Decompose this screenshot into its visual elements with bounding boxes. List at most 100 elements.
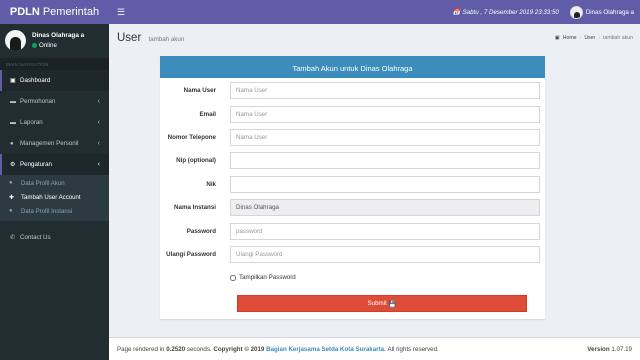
- show-password-label: Tampilkan Password: [239, 274, 296, 281]
- logo-bold: PDLN: [9, 6, 40, 18]
- submenu-item-tambah-user[interactable]: ✚ Tambah User Account: [0, 190, 109, 204]
- online-label: Online: [39, 41, 57, 49]
- breadcrumb-current: tambah akun: [603, 35, 633, 41]
- form-row-ulangi-password: Ulangi Password: [160, 246, 545, 263]
- version: Version 1.07.19: [587, 346, 632, 353]
- online-dot-icon: [32, 42, 37, 48]
- user-name: Dinas Olahraga a: [32, 31, 85, 39]
- top-navbar: ☰ 📅 Sabtu , 7 Desember 2019 23:33:50 Din…: [109, 0, 640, 24]
- footer-seconds: seconds.: [186, 345, 212, 353]
- nomor-telepone-input[interactable]: [230, 129, 540, 146]
- datetime-text: Sabtu , 7 Desember 2019 23:33:50: [462, 8, 559, 16]
- submit-label: Submit: [367, 300, 387, 307]
- form-row-nama-user: Nama User: [160, 82, 545, 99]
- email-input[interactable]: [230, 106, 540, 123]
- form-row-password: Password: [160, 223, 545, 240]
- nama-user-input[interactable]: [230, 82, 540, 99]
- breadcrumb: ▣ Home › User › tambah akun: [555, 35, 633, 41]
- footer-rights: All rights reserved.: [387, 345, 439, 353]
- sidebar-item-label: Managemen Personil: [20, 140, 79, 147]
- form-row-email: Email: [160, 106, 545, 123]
- form-row-nik: Nik: [160, 176, 545, 193]
- sidebar-item-label: Permohonan: [20, 98, 56, 105]
- nama-instansi-input: [230, 199, 540, 216]
- users-icon: ●: [10, 140, 14, 147]
- nik-input[interactable]: [230, 176, 540, 193]
- nama-instansi-label: Nama Instansi: [174, 204, 216, 211]
- avatar: [569, 5, 583, 19]
- folder-icon: ▬: [10, 98, 16, 105]
- user-icon: ●: [9, 208, 13, 214]
- datetime-display: 📅 Sabtu , 7 Desember 2019 23:33:50: [452, 8, 559, 17]
- sidebar-item-pengaturan[interactable]: ⚙ Pengaturan ‹: [0, 154, 109, 175]
- app-logo[interactable]: PDLN Pemerintah: [0, 0, 109, 24]
- submenu-item-label: Data Profil Instansi: [21, 207, 73, 215]
- breadcrumb-user[interactable]: User: [584, 35, 595, 41]
- password-label: Password: [186, 228, 216, 235]
- content-header: User tambah akun ▣ Home › User › tambah …: [109, 24, 640, 54]
- sidebar-item-dashboard[interactable]: ▣ Dashboard: [0, 70, 109, 91]
- folder-icon: ▬: [10, 119, 16, 126]
- page-title-text: User: [117, 32, 142, 44]
- page-footer: Page rendered in 0.2520 seconds. Copyrig…: [109, 337, 640, 360]
- chevron-left-icon: ‹: [97, 161, 100, 168]
- dashboard-icon: ▣: [554, 35, 560, 41]
- submenu-item-data-profil-instansi[interactable]: ● Data Profil Instansi: [0, 204, 109, 218]
- user-panel: Dinas Olahraga a Online: [0, 24, 109, 56]
- online-status: Online: [32, 42, 84, 49]
- breadcrumb-home[interactable]: Home: [563, 35, 577, 41]
- phone-icon: ✆: [10, 235, 16, 241]
- nik-label: Nik: [206, 181, 216, 188]
- form-row-nomor-telepone: Nomor Telepone: [160, 129, 545, 146]
- nav-header: MAIN NAVIGATION: [0, 58, 109, 70]
- user-icon: ●: [9, 180, 13, 186]
- page-title: User tambah akun: [117, 32, 184, 44]
- org-link[interactable]: Bagian Kerjasama Setda Kota Surakarta.: [266, 346, 386, 353]
- version-number: 1.07.19: [611, 345, 632, 353]
- version-label: Version: [587, 345, 610, 353]
- footer-prefix: Page rendered in: [117, 345, 165, 353]
- sidebar: Dinas Olahraga a Online MAIN NAVIGATION …: [0, 24, 109, 360]
- copyright: Copyright © 2019: [213, 345, 265, 353]
- show-password-checkbox[interactable]: [230, 274, 236, 281]
- nip-input[interactable]: [230, 152, 540, 169]
- sidebar-item-label: Laporan: [20, 119, 43, 126]
- sidebar-item-label: Dashboard: [20, 77, 51, 84]
- form-row-nip: Nip (optional): [160, 152, 545, 169]
- chevron-left-icon: ‹: [97, 140, 100, 147]
- sidebar-item-laporan[interactable]: ▬ Laporan ‹: [0, 112, 109, 133]
- page-subtitle: tambah akun: [148, 36, 185, 43]
- ulangi-password-label: Ulangi Password: [166, 251, 216, 258]
- form-header: Tambah Akun untuk Dinas Olahraga: [160, 58, 545, 78]
- nama-user-label: Nama User: [183, 87, 216, 94]
- show-password-row: Tampilkan Password: [230, 274, 296, 281]
- submenu-item-label: Tambah User Account: [21, 193, 81, 201]
- sidebar-item-managemen-personil[interactable]: ● Managemen Personil ‹: [0, 133, 109, 154]
- breadcrumb-separator: ›: [598, 35, 600, 41]
- submenu-item-label: Data Profil Akun: [21, 179, 65, 187]
- ulangi-password-input[interactable]: [230, 246, 540, 263]
- user-avatar: [5, 29, 26, 51]
- user-menu-name: Dinas Olahraga a: [585, 8, 634, 16]
- logo-rest: Pemerintah: [42, 6, 100, 18]
- form-row-nama-instansi: Nama Instansi: [160, 199, 545, 216]
- menu-toggle-icon[interactable]: ☰: [111, 7, 131, 18]
- save-icon: 💾: [388, 300, 397, 308]
- sidebar-item-label: Pengaturan: [20, 161, 52, 168]
- submenu-item-data-profil-akun[interactable]: ● Data Profil Akun: [0, 176, 109, 190]
- nomor-telepone-label: Nomor Telepone: [167, 134, 216, 141]
- dashboard-icon: ▣: [10, 78, 16, 84]
- add-account-form: Tambah Akun untuk Dinas Olahraga Nama Us…: [160, 56, 545, 319]
- submit-button[interactable]: Submit 💾: [237, 295, 527, 312]
- chevron-left-icon: ‹: [97, 98, 100, 105]
- pengaturan-submenu: ● Data Profil Akun ✚ Tambah User Account…: [0, 175, 109, 221]
- nip-label: Nip (optional): [176, 157, 216, 164]
- sidebar-item-permohonan[interactable]: ▬ Permohonan ‹: [0, 91, 109, 112]
- calendar-icon: 📅: [452, 9, 461, 16]
- password-input[interactable]: [230, 223, 540, 240]
- sidebar-item-contact[interactable]: ✆ Contact Us: [0, 227, 109, 248]
- email-label: Email: [199, 111, 216, 118]
- gear-icon: ⚙: [10, 162, 16, 168]
- user-menu[interactable]: Dinas Olahraga a: [569, 5, 634, 19]
- sidebar-item-label: Contact Us: [20, 234, 51, 241]
